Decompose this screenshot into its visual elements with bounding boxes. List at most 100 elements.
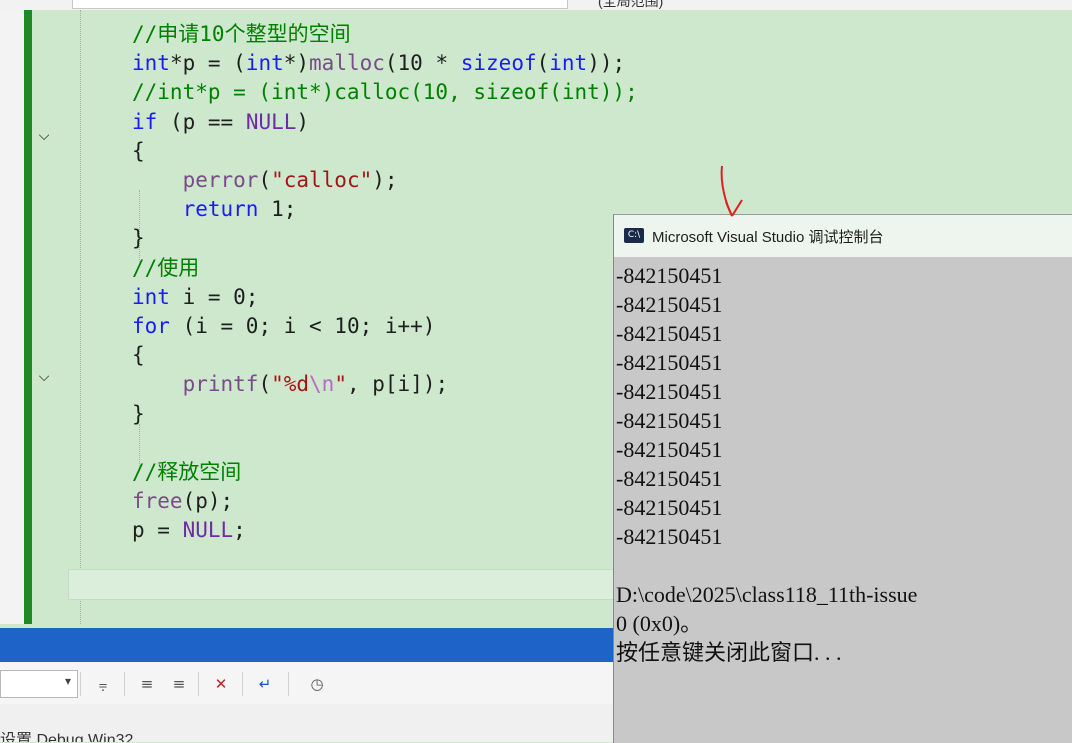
code-line[interactable]: if (p == NULL) <box>132 108 309 137</box>
console-line: -842150451 <box>616 495 723 520</box>
code-token: printf <box>182 372 259 397</box>
console-output: -842150451 -842150451 -842150451 -842150451… <box>616 261 917 667</box>
code-token: NULL <box>182 518 234 543</box>
change-tracking-bar <box>24 10 32 624</box>
code-line[interactable]: { <box>132 341 145 370</box>
code-token: { <box>132 343 145 368</box>
code-token: perror <box>182 168 259 192</box>
code-line[interactable]: for (i = 0; i < 10; i++) <box>132 312 435 341</box>
code-line[interactable]: int i = 0; <box>132 283 258 312</box>
code-token: "calloc" <box>271 168 373 192</box>
console-app-icon: C:\ <box>624 228 644 243</box>
code-token: (p); <box>182 489 234 514</box>
code-line[interactable]: //释放空间 <box>132 458 241 487</box>
code-token: " <box>334 372 347 397</box>
collapse-for-icon[interactable]: ⌵ <box>36 369 52 385</box>
console-line: -842150451 <box>616 263 723 288</box>
code-line[interactable]: } <box>132 224 145 253</box>
console-line: 按任意键关闭此窗口. . . <box>616 640 842 665</box>
code-line[interactable]: //int*p = (int*)calloc(10, sizeof(int)); <box>132 78 638 107</box>
code-line[interactable]: perror("calloc"); <box>132 166 398 195</box>
dropdown-icon[interactable]: ▾ <box>65 674 71 688</box>
console-line: D:\code\2025\class118_11th-issue <box>616 582 918 607</box>
code-token: 1; <box>258 197 297 222</box>
code-token: )); <box>587 51 626 76</box>
console-line: -842150451 <box>616 437 723 462</box>
code-token: malloc <box>309 51 385 76</box>
red-arrow-annotation <box>720 165 743 217</box>
code-token: //申请10个整型的空间 <box>132 22 351 46</box>
code-line[interactable]: //申请10个整型的空间 <box>132 20 351 49</box>
code-token: \n <box>309 372 335 397</box>
indent-icon[interactable]: ≡ <box>136 672 158 696</box>
code-token: ( <box>536 51 550 76</box>
code-token: "%d <box>271 372 310 397</box>
code-token: p = <box>132 518 183 543</box>
console-line: -842150451 <box>616 321 723 346</box>
code-token: *) <box>283 51 310 76</box>
code-token: } <box>132 401 145 426</box>
code-token: //int*p = (int*)calloc(10, sizeof(int)); <box>132 80 638 105</box>
code-token: free <box>132 489 183 514</box>
code-token: ; <box>233 518 246 543</box>
console-line: -842150451 <box>616 350 723 375</box>
code-token: NULL <box>245 109 297 134</box>
code-token: //释放空间 <box>132 460 242 484</box>
console-line: 0 (0x0)。 <box>616 611 703 636</box>
comment-icon[interactable]: ✕ <box>210 672 232 696</box>
code-line[interactable]: return 1; <box>132 195 297 224</box>
member-dropdown[interactable] <box>72 0 568 9</box>
console-line: -842150451 <box>616 466 723 491</box>
code-token: } <box>132 226 145 251</box>
code-line[interactable]: p = NULL; <box>132 516 246 545</box>
code-token: return <box>182 197 259 222</box>
wrap-icon[interactable]: ↵ <box>254 672 276 696</box>
code-token: { <box>132 138 145 163</box>
code-token: (10 * <box>384 51 461 76</box>
indent-guide <box>80 10 81 624</box>
code-line[interactable]: free(p); <box>132 487 233 516</box>
code-token: ); <box>372 168 398 192</box>
code-token: int <box>245 51 284 76</box>
status-bar <box>0 628 614 662</box>
code-token: , p[i]); <box>346 372 449 397</box>
code-token: int <box>549 51 588 76</box>
code-token: (i = 0; i < 10; i++) <box>169 314 436 338</box>
console-line: -842150451 <box>616 292 723 317</box>
history-icon[interactable]: ◷ <box>306 672 328 696</box>
console-line: -842150451 <box>616 379 723 404</box>
collapse-if-icon[interactable]: ⌵ <box>36 128 52 144</box>
current-line-highlight <box>68 569 618 600</box>
code-token: ( <box>258 168 272 192</box>
outlining-margin <box>32 10 66 624</box>
code-token: ) <box>296 109 310 134</box>
code-line[interactable]: { <box>132 137 145 166</box>
code-line[interactable]: } <box>132 400 145 429</box>
console-titlebar[interactable]: C:\ Microsoft Visual Studio 调试控制台 <box>614 215 1072 257</box>
bottom-strip: 设置 Debug Win32 <box>0 704 614 742</box>
code-token: i = 0; <box>169 284 259 309</box>
output-source-combo[interactable]: ▾ <box>0 670 78 698</box>
code-token: (p == <box>157 109 246 134</box>
debug-console-window[interactable]: C:\ Microsoft Visual Studio 调试控制台 -84215… <box>613 214 1072 743</box>
toolbar-separator <box>124 672 125 696</box>
code-token: for <box>132 314 170 338</box>
code-line[interactable]: printf("%d\n", p[i]); <box>132 370 449 399</box>
code-line[interactable]: int*p = (int*)malloc(10 * sizeof(int)); <box>132 49 625 78</box>
outdent-icon[interactable]: ≡ <box>168 672 190 696</box>
console-line: -842150451 <box>616 408 723 433</box>
toolbar-separator <box>80 672 81 696</box>
editor-gutter <box>0 10 24 624</box>
code-token: *p = ( <box>169 51 246 76</box>
build-config-text: 设置 Debug Win32 <box>0 732 134 742</box>
code-token: //使用 <box>132 255 200 280</box>
top-strip: (全局范围) <box>0 0 1072 10</box>
format-icon[interactable]: ⩦ <box>92 672 114 696</box>
console-title: Microsoft Visual Studio 调试控制台 <box>652 229 884 246</box>
toolbar-separator <box>198 672 199 696</box>
code-line[interactable]: //使用 <box>132 254 199 283</box>
